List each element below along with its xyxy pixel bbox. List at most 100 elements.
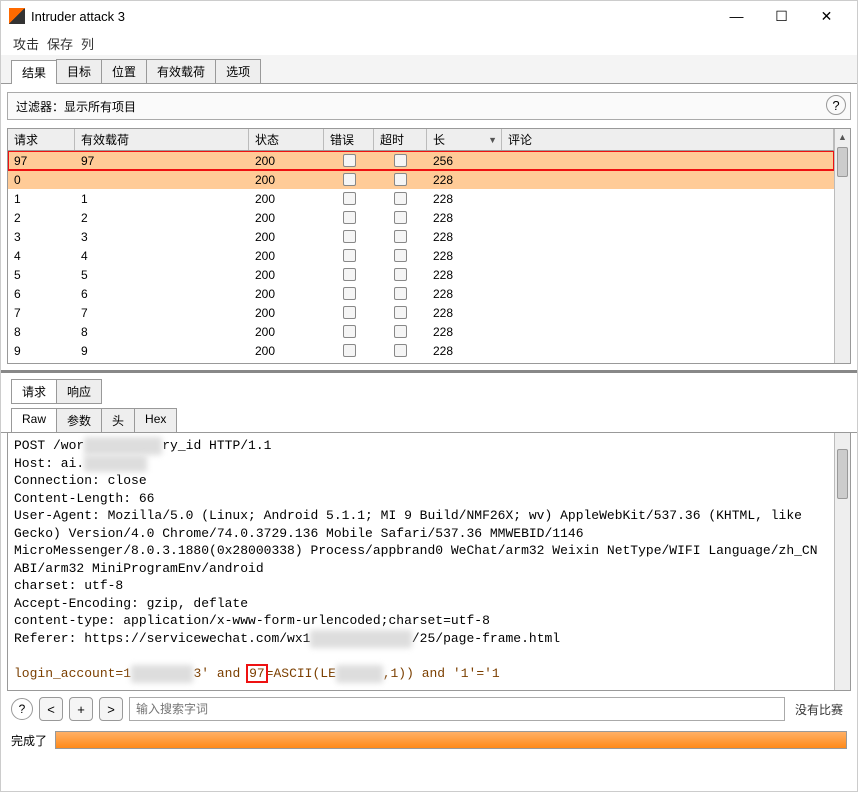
menu-attack[interactable]: 攻击 xyxy=(13,34,39,53)
scroll-thumb[interactable] xyxy=(837,147,848,177)
subtab-response[interactable]: 响应 xyxy=(56,379,102,404)
rawtab-headers[interactable]: 头 xyxy=(101,408,135,432)
table-row[interactable]: 66200228 xyxy=(8,284,834,303)
table-row[interactable]: 99200228 xyxy=(8,341,834,360)
rawtab-hex[interactable]: Hex xyxy=(134,408,177,432)
close-button[interactable]: ✕ xyxy=(804,2,849,30)
table-row[interactable]: 77200228 xyxy=(8,303,834,322)
cell-length: 228 xyxy=(427,268,502,282)
cell-length: 256 xyxy=(427,154,502,168)
checkbox-icon xyxy=(394,306,407,319)
filter-value: 显示所有项目 xyxy=(64,98,136,115)
cell-error xyxy=(324,344,374,357)
col-status[interactable]: 状态 xyxy=(249,129,324,150)
cell-timeout xyxy=(374,344,427,357)
tab-payloads[interactable]: 有效载荷 xyxy=(146,59,216,83)
cell-length: 228 xyxy=(427,192,502,206)
tab-positions[interactable]: 位置 xyxy=(101,59,147,83)
cell-payload: 8 xyxy=(75,325,249,339)
checkbox-icon xyxy=(343,287,356,300)
search-help-icon[interactable]: ? xyxy=(11,698,33,720)
maximize-button[interactable]: ☐ xyxy=(759,2,804,30)
cell-timeout xyxy=(374,249,427,262)
cell-timeout xyxy=(374,287,427,300)
tab-target[interactable]: 目标 xyxy=(56,59,102,83)
checkbox-icon xyxy=(394,287,407,300)
checkbox-icon xyxy=(394,249,407,262)
cell-length: 228 xyxy=(427,287,502,301)
cell-error xyxy=(324,211,374,224)
checkbox-icon xyxy=(394,173,407,186)
rawtab-params[interactable]: 参数 xyxy=(56,408,102,432)
cell-error xyxy=(324,325,374,338)
cell-request: 0 xyxy=(8,173,75,187)
checkbox-icon xyxy=(394,344,407,357)
col-request[interactable]: 请求 xyxy=(8,129,75,150)
cell-payload: 1 xyxy=(75,192,249,206)
checkbox-icon xyxy=(394,192,407,205)
cell-timeout xyxy=(374,173,427,186)
cell-request: 3 xyxy=(8,230,75,244)
cell-request: 8 xyxy=(8,325,75,339)
checkbox-icon xyxy=(343,306,356,319)
checkbox-icon xyxy=(343,173,356,186)
cell-length: 228 xyxy=(427,325,502,339)
table-row[interactable]: 0200228 xyxy=(8,170,834,189)
checkbox-icon xyxy=(394,211,407,224)
col-error[interactable]: 错误 xyxy=(324,129,374,150)
prev-match-button[interactable]: < xyxy=(39,697,63,721)
cell-timeout xyxy=(374,268,427,281)
cell-timeout xyxy=(374,154,427,167)
menu-save[interactable]: 保存 xyxy=(47,34,73,53)
cell-timeout xyxy=(374,230,427,243)
help-icon[interactable]: ? xyxy=(826,95,846,115)
table-row[interactable]: 11200228 xyxy=(8,189,834,208)
add-button[interactable]: + xyxy=(69,697,93,721)
checkbox-icon xyxy=(343,230,356,243)
tab-options[interactable]: 选项 xyxy=(215,59,261,83)
cell-error xyxy=(324,306,374,319)
col-length[interactable]: 长 xyxy=(427,129,502,150)
scroll-up-icon[interactable]: ▲ xyxy=(835,129,850,145)
table-row[interactable]: 88200228 xyxy=(8,322,834,341)
progress-bar xyxy=(55,731,847,749)
tab-results[interactable]: 结果 xyxy=(11,60,57,84)
menu-columns[interactable]: 列 xyxy=(81,34,94,53)
cell-status: 200 xyxy=(249,173,324,187)
search-input[interactable] xyxy=(129,697,785,721)
minimize-button[interactable]: — xyxy=(714,2,759,30)
main-tabs: 结果 目标 位置 有效载荷 选项 xyxy=(1,55,857,84)
raw-request-view[interactable]: POST /worxxxxxxxxxxry_id HTTP/1.1 Host: … xyxy=(7,433,851,691)
filter-bar[interactable]: 过滤器： 显示所有项目 ? xyxy=(7,92,851,120)
cell-error xyxy=(324,154,374,167)
table-row[interactable]: 9797200256 xyxy=(8,151,834,170)
rawtab-raw[interactable]: Raw xyxy=(11,408,57,432)
checkbox-icon xyxy=(343,154,356,167)
table-row[interactable]: 33200228 xyxy=(8,227,834,246)
next-match-button[interactable]: > xyxy=(99,697,123,721)
cell-payload: 6 xyxy=(75,287,249,301)
table-scrollbar[interactable]: ▲ xyxy=(834,129,850,363)
cell-length: 228 xyxy=(427,249,502,263)
cell-timeout xyxy=(374,306,427,319)
cell-status: 200 xyxy=(249,268,324,282)
table-row[interactable]: 44200228 xyxy=(8,246,834,265)
cell-request: 2 xyxy=(8,211,75,225)
cell-timeout xyxy=(374,325,427,338)
table-row[interactable]: 55200228 xyxy=(8,265,834,284)
col-timeout[interactable]: 超时 xyxy=(374,129,427,150)
col-payload[interactable]: 有效载荷 xyxy=(75,129,249,150)
checkbox-icon xyxy=(343,211,356,224)
raw-scrollbar[interactable] xyxy=(834,433,850,690)
cell-error xyxy=(324,230,374,243)
cell-status: 200 xyxy=(249,154,324,168)
cell-request: 1 xyxy=(8,192,75,206)
col-comment[interactable]: 评论 xyxy=(502,129,834,150)
cell-status: 200 xyxy=(249,192,324,206)
cell-payload: 4 xyxy=(75,249,249,263)
cell-error xyxy=(324,192,374,205)
checkbox-icon xyxy=(343,249,356,262)
cell-request: 5 xyxy=(8,268,75,282)
subtab-request[interactable]: 请求 xyxy=(11,379,57,404)
table-row[interactable]: 22200228 xyxy=(8,208,834,227)
